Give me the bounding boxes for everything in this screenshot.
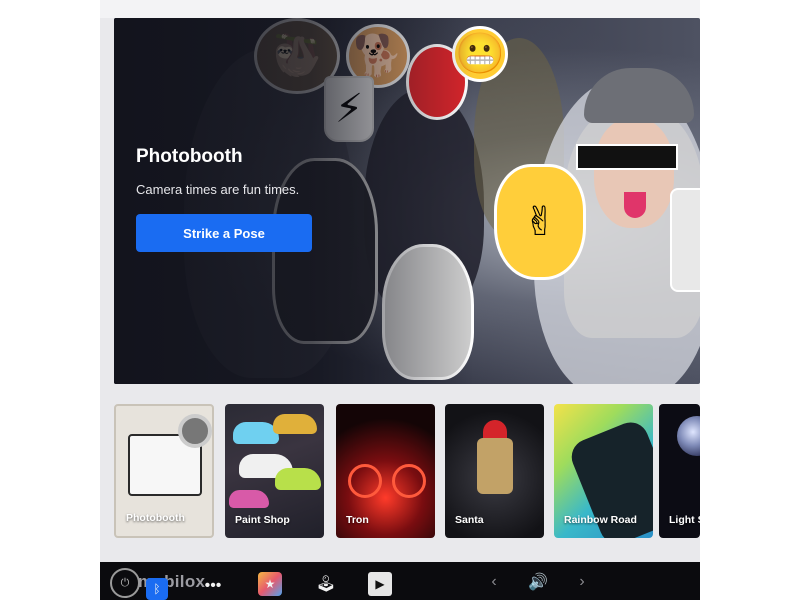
bluetooth-icon[interactable]: ᛒ bbox=[146, 578, 168, 600]
tile-label: Santa bbox=[455, 514, 484, 526]
hero-photo-cap bbox=[584, 68, 694, 123]
taskbar: ⏻ mobilox ᛒ ••• ★ 🕹 ▶ ‹ 🔊 › bbox=[100, 562, 700, 600]
tile-label: Light S bbox=[669, 514, 700, 526]
pixel-sunglasses-sticker-icon bbox=[576, 144, 678, 170]
photobooth-hero: 🦥 🐕 ⚡ 😬 ✌ Photobooth Camera times are fu… bbox=[114, 18, 700, 384]
car-thumbnail-icon bbox=[275, 468, 321, 490]
tile-santa[interactable]: Santa bbox=[445, 404, 544, 538]
tile-label: Rainbow Road bbox=[564, 514, 637, 526]
tile-paint-shop[interactable]: Paint Shop bbox=[225, 404, 324, 538]
toybox-icon[interactable]: ★ bbox=[258, 572, 282, 596]
more-icon[interactable]: ••• bbox=[200, 576, 226, 596]
camera-lens-icon bbox=[178, 414, 212, 448]
tile-label: Photobooth bbox=[126, 512, 185, 524]
volume-icon[interactable]: 🔊 bbox=[524, 571, 552, 593]
tile-label: Paint Shop bbox=[235, 514, 290, 526]
santa-hat-icon bbox=[483, 420, 507, 440]
strike-a-pose-button[interactable]: Strike a Pose bbox=[136, 214, 312, 252]
tile-tron[interactable]: Tron bbox=[336, 404, 435, 538]
arcade-icon[interactable]: 🕹 bbox=[314, 572, 338, 596]
chevron-left-icon[interactable]: ‹ bbox=[486, 572, 502, 592]
theater-icon[interactable]: ▶ bbox=[368, 572, 392, 596]
peace-hand-sticker-icon: ✌ bbox=[494, 164, 586, 280]
hero-title: Photobooth bbox=[136, 146, 243, 167]
car-screen: 🦥 🐕 ⚡ 😬 ✌ Photobooth Camera times are fu… bbox=[100, 0, 700, 600]
disco-ball-icon bbox=[677, 416, 700, 456]
tile-light-show[interactable]: Light S bbox=[659, 404, 700, 538]
car-thumbnail-icon bbox=[273, 414, 317, 434]
car-thumbnail-icon bbox=[229, 490, 269, 508]
tile-rainbow-road[interactable]: Rainbow Road bbox=[554, 404, 653, 538]
robot-sticker-icon bbox=[670, 188, 700, 292]
tile-label: Tron bbox=[346, 514, 369, 526]
tron-wheel-icon bbox=[348, 464, 382, 498]
chevron-right-icon[interactable]: › bbox=[574, 572, 590, 592]
hero-subtitle: Camera times are fun times. bbox=[136, 182, 300, 197]
santa-robot-icon bbox=[477, 438, 513, 494]
tron-wheel-icon bbox=[392, 464, 426, 498]
tile-photobooth[interactable]: Photobooth bbox=[114, 404, 214, 538]
top-status-strip bbox=[100, 0, 700, 18]
hero-text-shade bbox=[114, 18, 474, 384]
power-icon[interactable]: ⏻ bbox=[110, 568, 140, 598]
tongue-sticker-icon bbox=[624, 192, 646, 218]
